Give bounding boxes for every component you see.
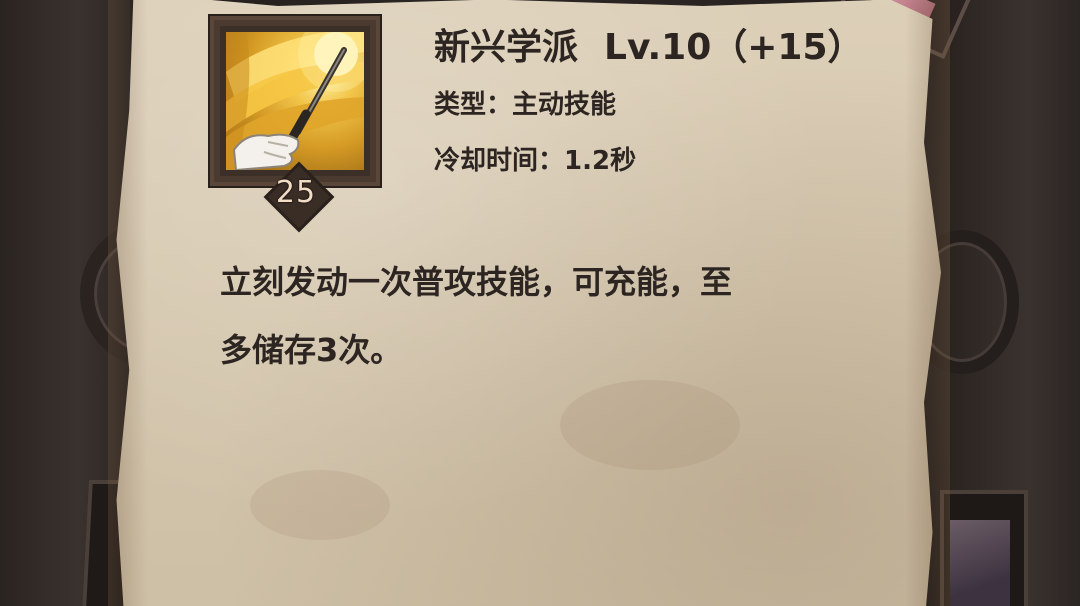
skill-type-row: 类型：主动技能 [434, 84, 616, 121]
skill-info-screen: 25 新兴学派 Lv.10（+15） 类型：主动技能 冷却时间：1.2秒 立刻发动… [0, 0, 1080, 606]
description-line: 多储存3次。 [220, 331, 403, 369]
skill-cooldown-row: 冷却时间：1.2秒 [434, 140, 636, 177]
skill-cooldown-value: 1.2秒 [564, 146, 637, 176]
skill-icon-frame[interactable] [210, 16, 380, 186]
skill-description: 立刻发动一次普攻技能，可充能，至 多储存3次。 [220, 248, 850, 384]
parchment-stain [560, 380, 740, 470]
skill-type-label: 类型： [434, 90, 513, 120]
golden-scalpel-slash-icon [226, 32, 364, 170]
skill-level: Lv.10（+15） [604, 27, 864, 68]
skill-type-value: 主动技能 [512, 90, 617, 120]
parchment-stain [250, 470, 390, 540]
skill-cooldown-label: 冷却时间： [434, 146, 565, 176]
skill-name: 新兴学派 [434, 27, 579, 68]
badge-number: 25 [275, 175, 317, 210]
bottom-right-card-art [950, 520, 1010, 606]
description-line: 立刻发动一次普攻技能，可充能，至 [220, 263, 733, 301]
skill-tier-badge: 25 [258, 161, 335, 233]
skill-title: 新兴学派 Lv.10（+15） [434, 18, 864, 70]
